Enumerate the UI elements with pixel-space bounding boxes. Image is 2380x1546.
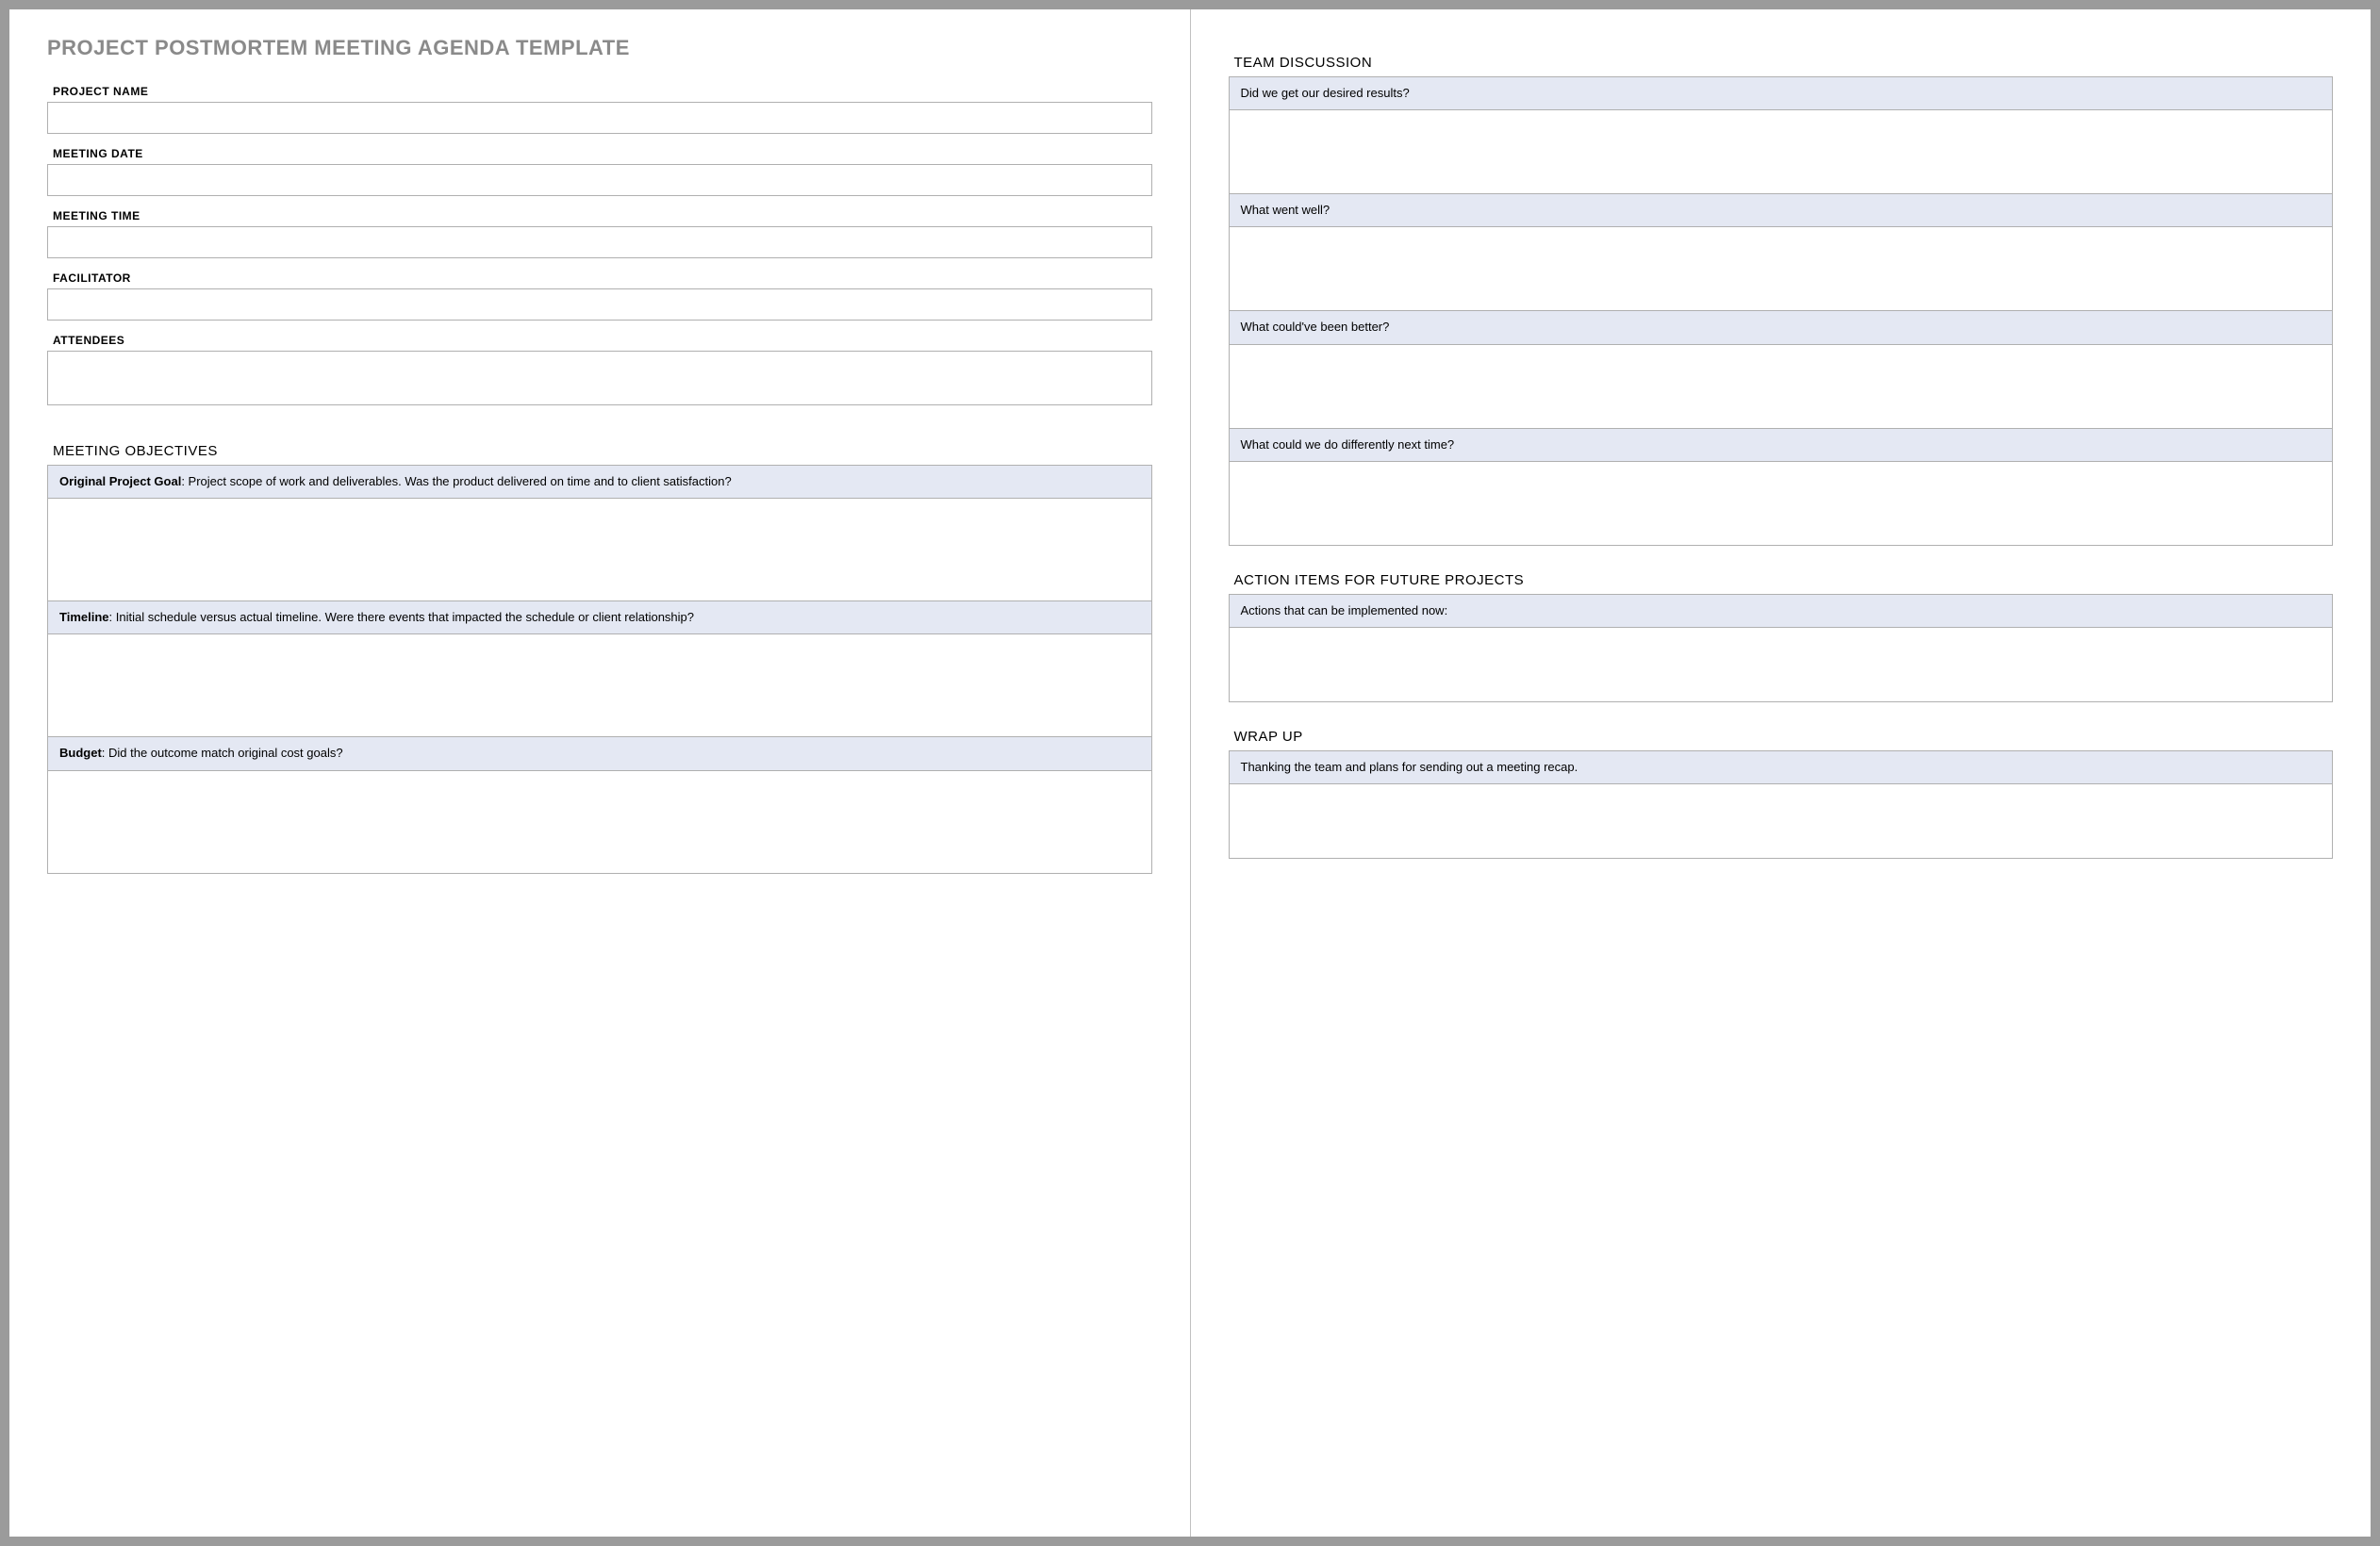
action-body[interactable]	[1230, 628, 2333, 701]
label-attendees: ATTENDEES	[53, 334, 1152, 347]
action-items-now: Actions that can be implemented now:	[1229, 594, 2334, 702]
objective-text: : Did the outcome match original cost go…	[102, 746, 343, 760]
label-facilitator: FACILITATOR	[53, 271, 1152, 285]
section-title-action-items: ACTION ITEMS FOR FUTURE PROJECTS	[1234, 572, 2334, 588]
input-attendees[interactable]	[47, 351, 1152, 405]
discussion-went-well: What went well?	[1229, 194, 2334, 311]
field-facilitator: FACILITATOR	[47, 271, 1152, 321]
objective-body[interactable]	[48, 771, 1151, 873]
objective-header: Timeline: Initial schedule versus actual…	[48, 601, 1151, 634]
wrap-up-thanks: Thanking the team and plans for sending …	[1229, 750, 2334, 859]
discussion-differently: What could we do differently next time?	[1229, 429, 2334, 546]
objective-body[interactable]	[48, 634, 1151, 736]
objective-budget: Budget: Did the outcome match original c…	[47, 737, 1152, 873]
input-project-name[interactable]	[47, 102, 1152, 134]
discussion-body[interactable]	[1230, 227, 2333, 310]
discussion-text: What went well?	[1241, 203, 1330, 217]
discussion-desired-results: Did we get our desired results?	[1229, 76, 2334, 194]
wrapup-text: Thanking the team and plans for sending …	[1241, 760, 1578, 774]
objective-timeline: Timeline: Initial schedule versus actual…	[47, 601, 1152, 737]
field-meeting-time: MEETING TIME	[47, 209, 1152, 258]
objective-text: : Project scope of work and deliverables…	[181, 474, 731, 488]
action-text: Actions that can be implemented now:	[1241, 603, 1448, 617]
input-meeting-time[interactable]	[47, 226, 1152, 258]
objective-header: Budget: Did the outcome match original c…	[48, 737, 1151, 770]
wrapup-header: Thanking the team and plans for sending …	[1230, 751, 2333, 784]
label-meeting-time: MEETING TIME	[53, 209, 1152, 222]
discussion-text: Did we get our desired results?	[1241, 86, 1410, 100]
section-title-wrap-up: WRAP UP	[1234, 729, 2334, 745]
document-container: PROJECT POSTMORTEM MEETING AGENDA TEMPLA…	[9, 9, 2371, 1537]
objective-bold: Timeline	[59, 610, 109, 624]
discussion-text: What could we do differently next time?	[1241, 437, 1455, 452]
objective-text: : Initial schedule versus actual timelin…	[109, 610, 694, 624]
discussion-header: What could we do differently next time?	[1230, 429, 2333, 462]
discussion-body[interactable]	[1230, 110, 2333, 193]
main-title: PROJECT POSTMORTEM MEETING AGENDA TEMPLA…	[47, 36, 1152, 60]
input-meeting-date[interactable]	[47, 164, 1152, 196]
discussion-header: What went well?	[1230, 194, 2333, 227]
field-meeting-date: MEETING DATE	[47, 147, 1152, 196]
section-title-meeting-objectives: MEETING OBJECTIVES	[53, 443, 1152, 459]
objective-bold: Original Project Goal	[59, 474, 181, 488]
label-project-name: PROJECT NAME	[53, 85, 1152, 98]
objective-header: Original Project Goal: Project scope of …	[48, 466, 1151, 499]
objective-original-goal: Original Project Goal: Project scope of …	[47, 465, 1152, 601]
discussion-body[interactable]	[1230, 462, 2333, 545]
discussion-could-better: What could've been better?	[1229, 311, 2334, 428]
discussion-text: What could've been better?	[1241, 320, 1390, 334]
section-title-team-discussion: TEAM DISCUSSION	[1234, 55, 2334, 71]
page-left: PROJECT POSTMORTEM MEETING AGENDA TEMPLA…	[9, 9, 1191, 1537]
field-project-name: PROJECT NAME	[47, 85, 1152, 134]
field-attendees: ATTENDEES	[47, 334, 1152, 405]
discussion-header: What could've been better?	[1230, 311, 2333, 344]
discussion-body[interactable]	[1230, 345, 2333, 428]
objective-body[interactable]	[48, 499, 1151, 600]
discussion-header: Did we get our desired results?	[1230, 77, 2333, 110]
action-header: Actions that can be implemented now:	[1230, 595, 2333, 628]
page-right: TEAM DISCUSSION Did we get our desired r…	[1191, 9, 2372, 1537]
input-facilitator[interactable]	[47, 288, 1152, 321]
wrapup-body[interactable]	[1230, 784, 2333, 858]
objective-bold: Budget	[59, 746, 102, 760]
label-meeting-date: MEETING DATE	[53, 147, 1152, 160]
